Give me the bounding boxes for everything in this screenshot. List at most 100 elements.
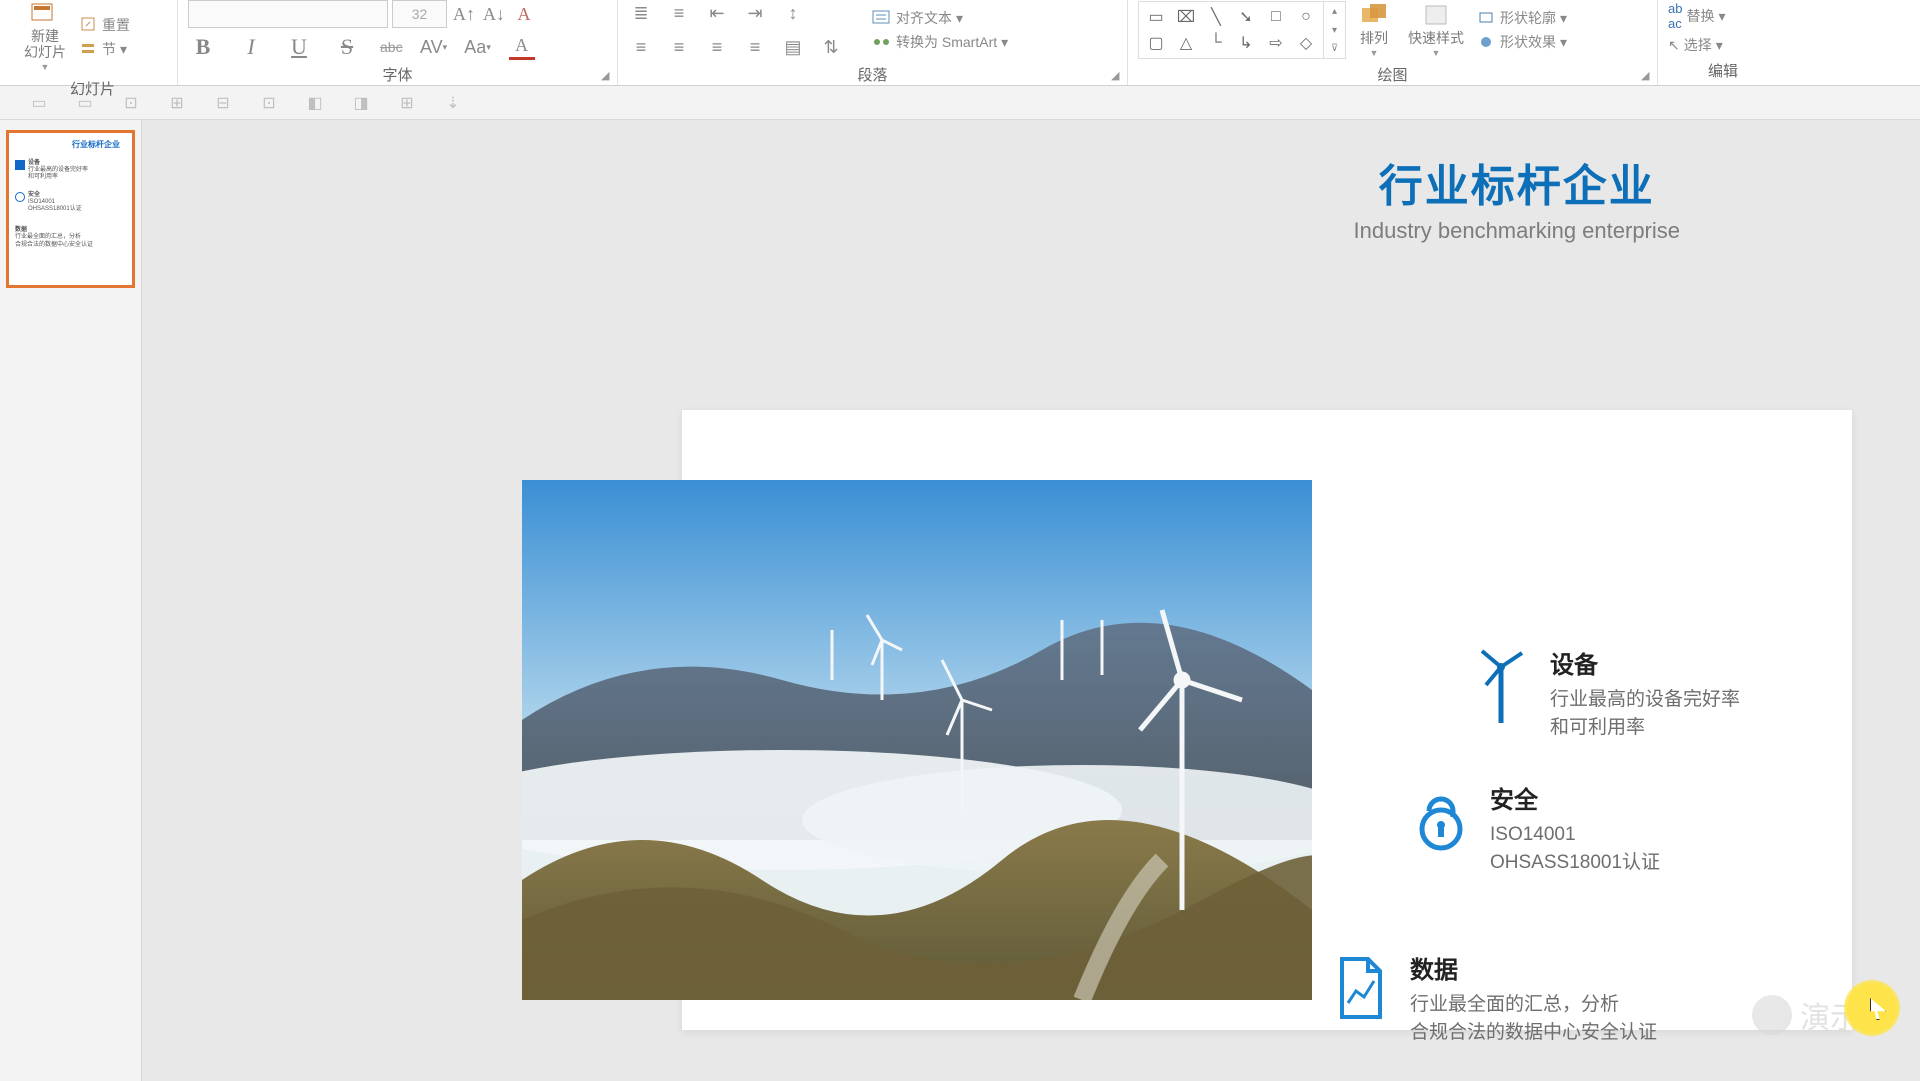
clear-format-icon[interactable]: A bbox=[511, 1, 537, 27]
italic-button[interactable]: I bbox=[236, 34, 266, 60]
feature-line: 合规合法的数据中心安全认证 bbox=[1410, 1019, 1657, 1047]
shape-triangle-icon[interactable]: △ bbox=[1173, 32, 1199, 54]
quick-style-button[interactable]: 快速样式▼ bbox=[1402, 0, 1470, 60]
turbine-icon bbox=[1472, 645, 1530, 723]
slide-title-block: 行业标杆企业 Industry benchmarking enterprise bbox=[1354, 150, 1681, 244]
slide-subtitle: Industry benchmarking enterprise bbox=[1354, 218, 1681, 244]
char-spacing-button[interactable]: AV▾ bbox=[421, 34, 447, 60]
select-icon: ↖ bbox=[1668, 37, 1680, 54]
qat-btn-8[interactable]: ◨ bbox=[350, 92, 372, 114]
group-label: 绘图 bbox=[1138, 60, 1647, 89]
font-name-select[interactable] bbox=[188, 0, 388, 28]
feature-line: 行业最全面的汇总，分析 bbox=[1410, 991, 1657, 1019]
align-right-button[interactable]: ≡ bbox=[704, 34, 730, 60]
ribbon-group-font: A↑ A↓ A B I U S abc AV▾ Aa▾ A 字体 ◢ bbox=[178, 0, 618, 85]
shrink-font-icon[interactable]: A↓ bbox=[481, 1, 507, 27]
qat-btn-7[interactable]: ◧ bbox=[304, 92, 326, 114]
slide-title: 行业标杆企业 bbox=[1354, 150, 1681, 214]
bullets-button[interactable]: ≣ bbox=[628, 0, 654, 26]
shape-elbow-icon[interactable]: └ bbox=[1203, 32, 1229, 54]
qat-btn-4[interactable]: ⊞ bbox=[166, 92, 188, 114]
ribbon-group-drawing: ▭ ⌧ ╲ ➘ □ ○ ▢ △ └ ↳ ⇨ ◇ ▴▾⊽ bbox=[1128, 0, 1658, 85]
new-slide-icon bbox=[30, 2, 60, 26]
replace-icon: abac bbox=[1668, 1, 1682, 31]
arrange-icon bbox=[1360, 2, 1388, 28]
align-text-button[interactable]: 对齐文本 ▾ bbox=[872, 8, 1008, 28]
font-size-select[interactable] bbox=[392, 0, 447, 28]
columns-button[interactable]: ▤ bbox=[780, 34, 806, 60]
qat-more[interactable]: ⇣ bbox=[442, 92, 464, 114]
watermark: 演示 bbox=[1752, 993, 1860, 1037]
underline-button[interactable]: U bbox=[284, 34, 314, 60]
shape-elbowarrow-icon[interactable]: ↳ bbox=[1233, 32, 1259, 54]
group-label: 编辑 bbox=[1668, 56, 1778, 85]
font-dialog-launcher[interactable]: ◢ bbox=[601, 69, 615, 83]
qat-btn-9[interactable]: ⊞ bbox=[396, 92, 418, 114]
shape-arrowline-icon[interactable]: ➘ bbox=[1233, 6, 1259, 28]
new-slide-button[interactable]: 新建 幻灯片 ▼ bbox=[18, 0, 72, 74]
select-button[interactable]: ↖选择 ▾ bbox=[1668, 35, 1726, 55]
reset-icon bbox=[80, 16, 98, 34]
quick-style-icon bbox=[1422, 2, 1450, 28]
lock-icon bbox=[1412, 780, 1470, 858]
feature-line: 和可利用率 bbox=[1550, 714, 1740, 742]
shape-rect-icon[interactable]: ▭ bbox=[1143, 6, 1169, 28]
shape-line-icon[interactable]: ╲ bbox=[1203, 6, 1229, 28]
reset-button[interactable]: 重置 bbox=[80, 15, 130, 35]
shape-text-icon[interactable]: ⌧ bbox=[1173, 6, 1199, 28]
numbering-button[interactable]: ≡ bbox=[666, 0, 692, 26]
feature-title: 设备 bbox=[1550, 645, 1740, 680]
indent-dec-button[interactable]: ⇤ bbox=[704, 0, 730, 26]
align-text-icon bbox=[872, 10, 892, 26]
smartart-icon bbox=[872, 34, 892, 50]
shape-gallery[interactable]: ▭ ⌧ ╲ ➘ □ ○ ▢ △ └ ↳ ⇨ ◇ bbox=[1138, 1, 1324, 59]
feature-line: OHSASS18001认证 bbox=[1490, 849, 1660, 877]
text-direction-button[interactable]: ⇅ bbox=[818, 34, 844, 60]
shape-outline-button[interactable]: 形状轮廓 ▾ bbox=[1478, 8, 1567, 28]
group-label: 段落 bbox=[628, 60, 1117, 89]
line-spacing-button[interactable]: ↕ bbox=[780, 0, 806, 26]
indent-inc-button[interactable]: ⇥ bbox=[742, 0, 768, 26]
align-left-button[interactable]: ≡ bbox=[628, 34, 654, 60]
bold-button[interactable]: B bbox=[188, 34, 218, 60]
shape-gallery-more[interactable]: ▴▾⊽ bbox=[1324, 1, 1346, 59]
shape-circle-icon[interactable]: ○ bbox=[1293, 6, 1319, 28]
convert-smartart-button[interactable]: 转换为 SmartArt ▾ bbox=[872, 32, 1008, 52]
shape-outline-icon bbox=[1478, 11, 1496, 25]
slide-canvas[interactable]: 行业标杆企业 Industry benchmarking enterprise bbox=[142, 120, 1920, 1081]
feature-title: 安全 bbox=[1490, 780, 1660, 815]
grow-font-icon[interactable]: A↑ bbox=[451, 1, 477, 27]
change-case-button[interactable]: Aa▾ bbox=[465, 34, 491, 60]
ribbon-group-slides: 新建 幻灯片 ▼ 重置 节 ▾ 幻灯片 bbox=[8, 0, 178, 85]
drawing-dialog-launcher[interactable]: ◢ bbox=[1641, 69, 1655, 83]
group-label: 字体 bbox=[188, 60, 607, 89]
feature-equipment: 设备 行业最高的设备完好率 和可利用率 bbox=[1472, 645, 1740, 741]
arrange-button[interactable]: 排列▼ bbox=[1354, 0, 1394, 60]
strike-button[interactable]: S bbox=[332, 34, 362, 60]
shape-arrow-icon[interactable]: ⇨ bbox=[1263, 32, 1289, 54]
align-justify-button[interactable]: ≡ bbox=[742, 34, 768, 60]
replace-button[interactable]: abac替换 ▾ bbox=[1668, 1, 1726, 31]
feature-title: 数据 bbox=[1410, 950, 1657, 985]
shape-diamond-icon[interactable]: ◇ bbox=[1293, 32, 1319, 54]
qat-btn-5[interactable]: ⊟ bbox=[212, 92, 234, 114]
qat-btn-6[interactable]: ⊡ bbox=[258, 92, 280, 114]
group-label: 幻灯片 bbox=[18, 74, 167, 103]
chart-file-icon bbox=[1332, 950, 1390, 1028]
shape-roundrect-icon[interactable]: ▢ bbox=[1143, 32, 1169, 54]
feature-line: ISO14001 bbox=[1490, 821, 1660, 849]
slide-thumbnail-1[interactable]: 行业标杆企业 设备行业最高的设备完好率和可利用率 安全ISO14001OHSAS… bbox=[6, 130, 135, 288]
workspace: 行业标杆企业 设备行业最高的设备完好率和可利用率 安全ISO14001OHSAS… bbox=[0, 120, 1920, 1081]
shape-effects-icon bbox=[1478, 35, 1496, 49]
shape-square-icon[interactable]: □ bbox=[1263, 6, 1289, 28]
align-center-button[interactable]: ≡ bbox=[666, 34, 692, 60]
shape-effects-button[interactable]: 形状效果 ▾ bbox=[1478, 32, 1567, 52]
cursor-highlight bbox=[1844, 980, 1900, 1036]
paragraph-dialog-launcher[interactable]: ◢ bbox=[1111, 69, 1125, 83]
strikethrough-abc-button[interactable]: abc bbox=[380, 39, 403, 55]
section-icon bbox=[80, 40, 98, 58]
section-button[interactable]: 节 ▾ bbox=[80, 39, 130, 59]
watermark-icon bbox=[1752, 995, 1792, 1035]
font-color-button[interactable]: A bbox=[509, 34, 535, 60]
ribbon-group-paragraph: ≣ ≡ ⇤ ⇥ ↕ ≡ ≡ ≡ ≡ ▤ ⇅ bbox=[618, 0, 1128, 85]
